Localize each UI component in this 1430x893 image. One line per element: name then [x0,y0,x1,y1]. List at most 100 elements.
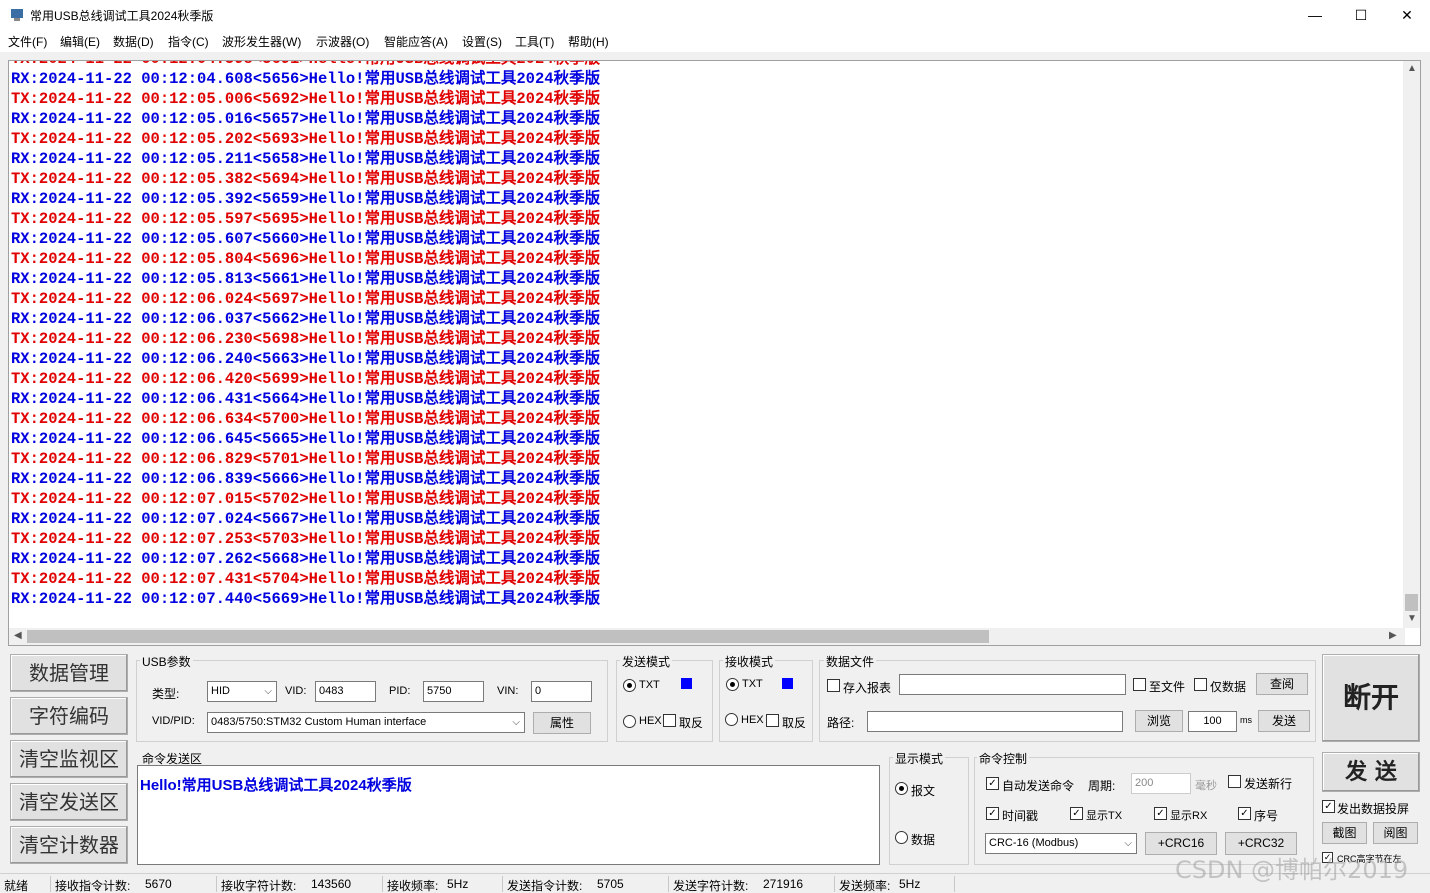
log-line: TX:2024-11-22 00:12:07.015<5702>Hello!常用… [11,490,601,508]
horizontal-scroll-thumb[interactable] [27,630,989,643]
view-image-button[interactable]: 阅图 [1373,822,1418,844]
minimize-button[interactable]: — [1292,0,1338,30]
maximize-button[interactable]: ☐ [1338,0,1384,30]
data-management-button[interactable]: 数据管理 [10,654,128,692]
menu-help[interactable]: 帮助(H) [568,33,609,50]
scroll-right-icon[interactable]: ▶ [1389,630,1397,641]
char-encoding-button[interactable]: 字符编码 [10,697,128,735]
send-invert-checkbox[interactable] [663,714,676,727]
save-report-label: 存入报表 [843,681,892,695]
log-line: TX:2024-11-22 00:12:05.202<5693>Hello!常用… [11,130,601,148]
period-unit: 毫秒 [1195,780,1217,792]
vertical-scroll-thumb[interactable] [1405,594,1418,611]
query-button[interactable]: 查阅 [1256,673,1308,695]
log-line: RX:2024-11-22 00:12:06.839<5666>Hello!常用… [11,470,601,488]
tx-cmd-label: 发送指令计数: [507,879,583,893]
send-newline-checkbox[interactable] [1228,775,1241,788]
menu-tools[interactable]: 工具(T) [515,33,554,50]
cmd-send-text: Hello!常用USB总线调试工具2024秋季版 [140,777,412,794]
seq-checkbox[interactable]: ✓ [1238,807,1251,820]
vidpid-label: VID/PID: [152,715,195,727]
menu-oscilloscope[interactable]: 示波器(O) [316,33,369,50]
menu-edit[interactable]: 编辑(E) [60,33,100,50]
send-txt-radio[interactable] [623,679,636,692]
menu-settings[interactable]: 设置(S) [462,33,502,50]
send-button[interactable]: 发 送 [1322,752,1420,792]
menu-smart-reply[interactable]: 智能应答(A) [384,33,448,50]
scroll-left-icon[interactable]: ◀ [14,630,22,641]
disconnect-button[interactable]: 断开 [1322,654,1420,742]
timestamp-label: 时间戳 [1002,809,1039,823]
vin-field[interactable]: 0 [531,681,592,702]
send-color-swatch[interactable] [681,678,692,689]
close-button[interactable]: ✕ [1384,0,1430,30]
log-line: TX:2024-11-22 00:12:05.804<5696>Hello!常用… [11,250,601,268]
period-field[interactable]: 200 [1131,773,1191,794]
pid-field[interactable]: 5750 [423,681,484,702]
chevron-down-icon: ⌵ [1124,838,1132,849]
log-line: TX:2024-11-22 00:12:05.597<5695>Hello!常用… [11,210,601,228]
send-hex-radio[interactable] [623,715,636,728]
menu-command[interactable]: 指令(C) [168,33,209,50]
scroll-down-icon[interactable]: ▼ [1407,613,1417,624]
browse-button[interactable]: 浏览 [1135,710,1183,732]
watermark: CSDN @博帕尔2019 [1175,856,1409,884]
recv-hex-radio[interactable] [725,713,738,726]
save-report-checkbox[interactable] [827,679,840,692]
menu-file[interactable]: 文件(F) [8,33,47,50]
rx-freq-label: 接收频率: [387,879,439,893]
monitor-log[interactable]: TX:2024-11-22 00:12:04.598<5691>Hello!常用… [8,60,1421,646]
file-send-button[interactable]: 发送 [1258,710,1310,732]
crc-select[interactable]: CRC-16 (Modbus) ⌵ [985,833,1137,854]
menu-bar: 文件(F) 编辑(E) 数据(D) 指令(C) 波形发生器(W) 示波器(O) … [0,30,1430,52]
log-line: TX:2024-11-22 00:12:07.253<5703>Hello!常用… [11,530,601,548]
horizontal-scrollbar[interactable]: ◀ ▶ [9,628,1405,645]
data-radio[interactable] [895,831,908,844]
clear-send-button[interactable]: 清空发送区 [10,783,128,821]
app-icon [11,9,23,21]
clear-monitor-button[interactable]: 清空监视区 [10,740,128,778]
auto-send-checkbox[interactable]: ✓ [986,777,999,790]
data-file-title: 数据文件 [824,653,877,670]
recv-txt-radio[interactable] [726,678,739,691]
menu-waveform[interactable]: 波形发生器(W) [222,33,301,50]
type-select[interactable]: HID ⌵ [207,681,277,702]
recv-color-swatch[interactable] [782,678,793,689]
log-line: RX:2024-11-22 00:12:06.431<5664>Hello!常用… [11,390,601,408]
show-tx-label: 显示TX [1086,810,1123,822]
device-select[interactable]: 0483/5750:STM32 Custom Human interface ⌵ [207,712,525,733]
show-tx-checkbox[interactable]: ✓ [1070,807,1083,820]
vertical-scrollbar[interactable]: ▲ ▼ [1403,61,1420,628]
message-radio[interactable] [895,782,908,795]
tx-freq-value: 5Hz [899,877,921,891]
report-field[interactable] [899,674,1126,695]
send-screen-checkbox[interactable]: ✓ [1322,800,1335,813]
interval-field[interactable]: 100 [1188,711,1237,732]
log-line: TX:2024-11-22 00:12:07.431<5704>Hello!常用… [11,570,601,588]
chevron-down-icon: ⌵ [264,686,272,697]
timestamp-checkbox[interactable]: ✓ [986,807,999,820]
log-line: RX:2024-11-22 00:12:06.037<5662>Hello!常用… [11,310,601,328]
cmd-send-input[interactable]: Hello!常用USB总线调试工具2024秋季版 [137,765,880,865]
path-field[interactable] [867,711,1123,732]
show-rx-checkbox[interactable]: ✓ [1154,807,1167,820]
tx-char-label: 发送字符计数: [673,879,749,893]
scroll-up-icon[interactable]: ▲ [1407,63,1417,74]
log-line: TX:2024-11-22 00:12:06.024<5697>Hello!常用… [11,290,601,308]
to-file-checkbox[interactable] [1133,678,1146,691]
screenshot-button[interactable]: 截图 [1322,822,1367,844]
recv-invert-checkbox[interactable] [766,714,779,727]
only-data-checkbox[interactable] [1194,678,1207,691]
data-label: 数据 [911,833,936,847]
auto-send-label: 自动发送命令 [1002,779,1075,793]
menu-data[interactable]: 数据(D) [113,33,154,50]
log-line: RX:2024-11-22 00:12:05.607<5660>Hello!常用… [11,230,601,248]
send-mode-title: 发送模式 [620,653,673,670]
log-line: TX:2024-11-22 00:12:06.230<5698>Hello!常用… [11,330,601,348]
properties-button[interactable]: 属性 [533,712,591,734]
vin-label: VIN: [497,685,519,697]
log-line: RX:2024-11-22 00:12:05.813<5661>Hello!常用… [11,270,601,288]
clear-counter-button[interactable]: 清空计数器 [10,826,128,864]
vid-field[interactable]: 0483 [315,681,376,702]
pid-label: PID: [389,685,411,697]
